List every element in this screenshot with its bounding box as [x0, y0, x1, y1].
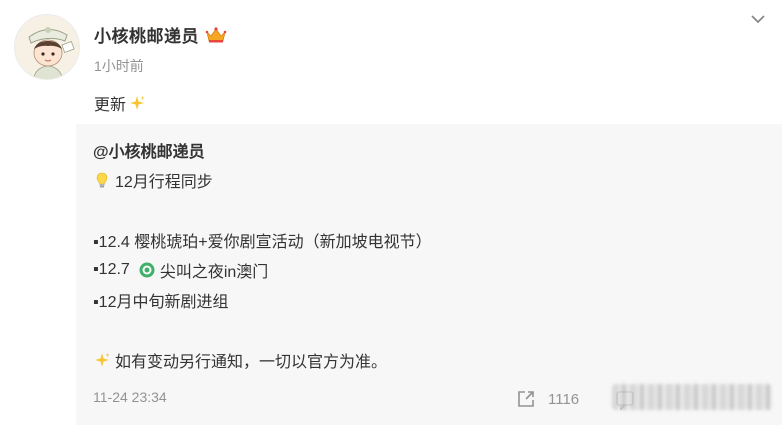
- sparkle-icon: [130, 96, 145, 110]
- event-badge-icon: [139, 262, 155, 278]
- post-time: 1小时前: [94, 58, 144, 74]
- repost-line-3-text: 尖叫之夜in澳门: [159, 264, 269, 281]
- repost-line-1-text: 12月行程同步: [115, 174, 213, 191]
- share-button[interactable]: 1116: [516, 389, 579, 409]
- avatar[interactable]: [14, 14, 80, 80]
- repost-line-2: ▪12.4 樱桃琥珀+爱你剧宣活动（新加坡电视节）: [93, 228, 432, 252]
- author-row: 小核桃邮递员: [94, 22, 227, 47]
- author-name[interactable]: 小核桃邮递员: [94, 22, 199, 47]
- repost-author[interactable]: @小核桃邮递员: [93, 138, 205, 162]
- repost-line-4: ▪12月中旬新剧进组: [93, 288, 228, 312]
- repost-card[interactable]: @小核桃邮递员 12月行程同步 ▪12.4 樱桃琥珀+爱你剧宣活动（新加坡电视节…: [76, 124, 782, 425]
- chevron-down-icon[interactable]: [750, 12, 766, 26]
- repost-line-4-text: ▪12月中旬新剧进组: [93, 294, 229, 311]
- repost-line-3: ▪12.7 尖叫之夜in澳门: [93, 258, 268, 282]
- post-text-content: 更新: [94, 97, 127, 114]
- repost-author-row: @小核桃邮递员: [93, 138, 205, 162]
- obscured-region: [612, 384, 772, 410]
- share-icon: [518, 391, 534, 407]
- repost-time[interactable]: 11-24 23:34: [93, 389, 167, 405]
- repost-line-5-text: 如有变动另行通知，一切以官方为准。: [115, 354, 388, 371]
- crown-icon: [205, 26, 227, 42]
- post-text: 更新: [94, 91, 146, 115]
- repost-line-2-text: ▪12.4 樱桃琥珀+爱你剧宣活动（新加坡电视节）: [93, 234, 432, 251]
- repost-line-3-prefix: ▪12.7: [93, 261, 130, 278]
- repost-line-5: 如有变动另行通知，一切以官方为准。: [93, 348, 387, 372]
- avatar-illustration: [15, 15, 79, 79]
- sparkle-icon: [95, 353, 110, 367]
- repost-line-1: 12月行程同步: [93, 168, 213, 192]
- share-count: 1116: [548, 390, 580, 408]
- lightbulb-icon: [96, 172, 108, 188]
